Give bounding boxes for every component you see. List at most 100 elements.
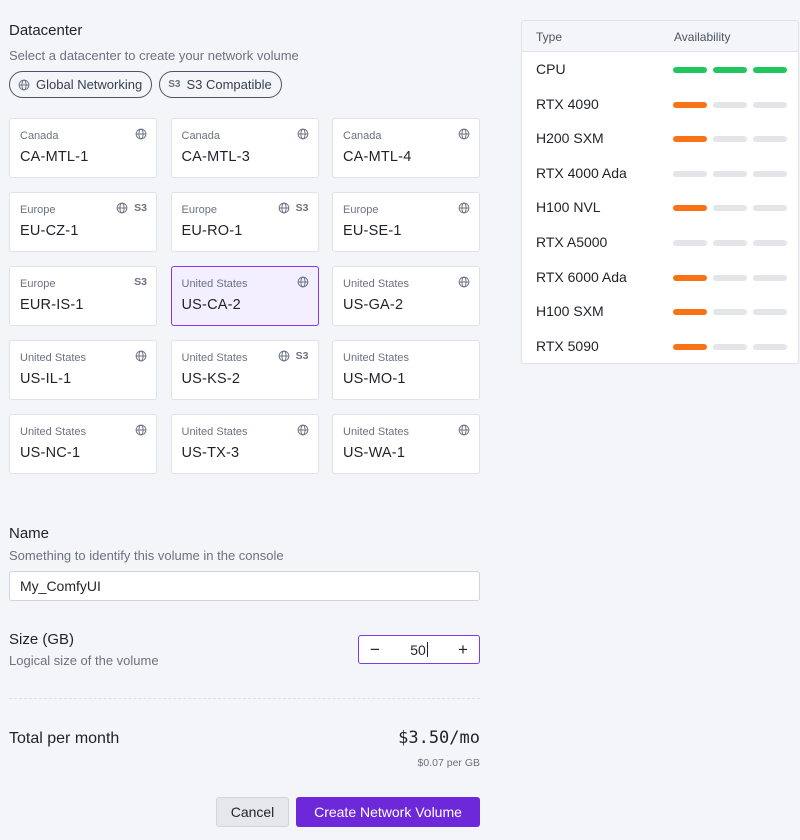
datacenter-code: EU-RO-1 <box>181 223 243 239</box>
datacenter-code: EUR-IS-1 <box>20 297 84 313</box>
datacenter-card-ca-mtl-4[interactable]: Canada CA-MTL-4 <box>332 118 480 178</box>
size-value[interactable]: 50 <box>410 642 428 658</box>
gpu-type: H100 NVL <box>536 199 601 216</box>
s3-icon: S3 <box>134 276 147 288</box>
datacenter-region: United States <box>343 278 410 290</box>
datacenter-card-us-wa-1[interactable]: United States US-WA-1 <box>332 414 480 474</box>
datacenter-features <box>135 424 147 436</box>
availability-indicator <box>673 309 787 316</box>
datacenter-card-ca-mtl-1[interactable]: Canada CA-MTL-1 <box>9 118 157 178</box>
filter-s3-compatible[interactable]: S3 S3 Compatible <box>159 71 282 98</box>
datacenter-code: US-MO-1 <box>343 371 406 387</box>
datacenter-card-eur-is-1[interactable]: Europe S3 EUR-IS-1 <box>9 266 157 326</box>
datacenter-card-eu-ro-1[interactable]: Europe S3 EU-RO-1 <box>170 192 319 252</box>
datacenter-card-eu-cz-1[interactable]: Europe S3 EU-CZ-1 <box>9 192 157 252</box>
datacenter-code: US-IL-1 <box>20 371 72 387</box>
datacenter-card-us-nc-1[interactable]: United States US-NC-1 <box>9 414 157 474</box>
availability-bar <box>753 67 787 73</box>
divider <box>9 698 480 699</box>
datacenter-features: S3 <box>278 350 309 362</box>
globe-icon <box>278 202 290 214</box>
availability-indicator <box>673 101 787 108</box>
datacenter-features <box>135 350 147 362</box>
gpu-type: RTX A5000 <box>536 233 608 250</box>
gpu-type: RTX 5090 <box>536 337 599 354</box>
decrement-button[interactable]: − <box>370 641 380 658</box>
total-value: $3.50/mo <box>398 728 480 748</box>
datacenter-code: CA-MTL-3 <box>181 149 250 165</box>
datacenter-region: United States <box>343 352 410 364</box>
size-stepper[interactable]: − 50 + <box>358 635 480 664</box>
globe-icon <box>135 128 147 140</box>
size-subtitle: Logical size of the volume <box>9 653 159 668</box>
increment-button[interactable]: + <box>458 641 468 658</box>
datacenter-code: US-KS-2 <box>181 371 241 387</box>
availability-bar <box>673 309 707 316</box>
gpu-type: RTX 4000 Ada <box>536 164 627 181</box>
availability-row: RTX 6000 Ada <box>522 260 798 295</box>
availability-bar <box>713 67 747 73</box>
availability-bar <box>713 239 747 246</box>
availability-row: RTX 4000 Ada <box>522 156 798 191</box>
globe-icon <box>278 350 290 362</box>
datacenter-features <box>297 276 309 288</box>
globe-icon <box>297 128 308 140</box>
availability-bar <box>753 136 787 143</box>
gpu-type: CPU <box>536 61 566 77</box>
datacenter-code: US-CA-2 <box>181 297 241 313</box>
availability-bar <box>753 274 787 281</box>
availability-row: RTX 4090 <box>522 87 798 122</box>
datacenter-features: S3 <box>116 202 147 214</box>
datacenter-code: EU-SE-1 <box>343 223 402 239</box>
datacenter-card-us-tx-3[interactable]: United States US-TX-3 <box>170 414 319 474</box>
gpu-type: H100 SXM <box>536 303 604 320</box>
datacenter-card-us-ga-2[interactable]: United States US-GA-2 <box>332 266 480 326</box>
gpu-type: RTX 4090 <box>536 95 599 112</box>
column-header-type: Type <box>536 30 563 44</box>
availability-indicator <box>673 205 787 212</box>
filter-global-networking[interactable]: Global Networking <box>9 71 153 98</box>
datacenter-card-us-il-1[interactable]: United States US-IL-1 <box>9 340 157 400</box>
datacenter-region: Canada <box>343 130 382 142</box>
availability-bar <box>673 205 707 212</box>
size-title: Size (GB) <box>9 631 75 648</box>
datacenter-code: EU-CZ-1 <box>20 223 79 239</box>
gpu-type: H200 SXM <box>536 130 604 147</box>
availability-bar <box>673 239 707 246</box>
datacenter-features: S3 <box>278 202 309 214</box>
datacenter-card-us-mo-1[interactable]: United States US-MO-1 <box>332 340 480 400</box>
datacenter-card-eu-se-1[interactable]: Europe EU-SE-1 <box>332 192 480 252</box>
globe-icon <box>18 79 30 90</box>
filter-label: Global Networking <box>36 77 143 92</box>
datacenter-region: Europe <box>20 278 56 290</box>
availability-bar <box>753 309 787 316</box>
datacenter-card-ca-mtl-3[interactable]: Canada CA-MTL-3 <box>170 118 319 178</box>
availability-bar <box>713 136 747 143</box>
datacenter-title: Datacenter <box>9 22 83 39</box>
name-input[interactable] <box>9 571 480 601</box>
gpu-type: RTX 6000 Ada <box>536 268 627 285</box>
availability-bar <box>753 239 787 246</box>
availability-bar <box>753 101 787 108</box>
datacenter-filters: Global Networking S3 S3 Compatible <box>9 71 282 98</box>
availability-indicator <box>673 136 787 143</box>
create-network-volume-button[interactable]: Create Network Volume <box>296 797 480 827</box>
datacenter-region: United States <box>343 426 410 438</box>
availability-indicator <box>673 170 787 177</box>
datacenter-region: Canada <box>20 130 59 142</box>
cancel-button[interactable]: Cancel <box>216 797 289 827</box>
globe-icon <box>458 424 470 436</box>
filter-label: S3 Compatible <box>186 77 272 92</box>
datacenter-features <box>297 424 309 436</box>
datacenter-card-us-ks-2[interactable]: United States S3 US-KS-2 <box>170 340 319 400</box>
datacenter-features <box>135 128 147 140</box>
name-subtitle: Something to identify this volume in the… <box>9 548 284 563</box>
globe-icon <box>135 424 147 436</box>
datacenter-features <box>458 202 470 214</box>
datacenter-code: US-TX-3 <box>181 445 240 461</box>
availability-bar <box>673 170 707 177</box>
availability-bar <box>713 170 747 177</box>
availability-rows: CPU RTX 4090 H200 SXM RTX 4000 Ada H100 NVL R… <box>522 52 798 363</box>
datacenter-card-us-ca-2[interactable]: United States US-CA-2 <box>170 266 319 326</box>
datacenter-region: Canada <box>181 130 221 142</box>
